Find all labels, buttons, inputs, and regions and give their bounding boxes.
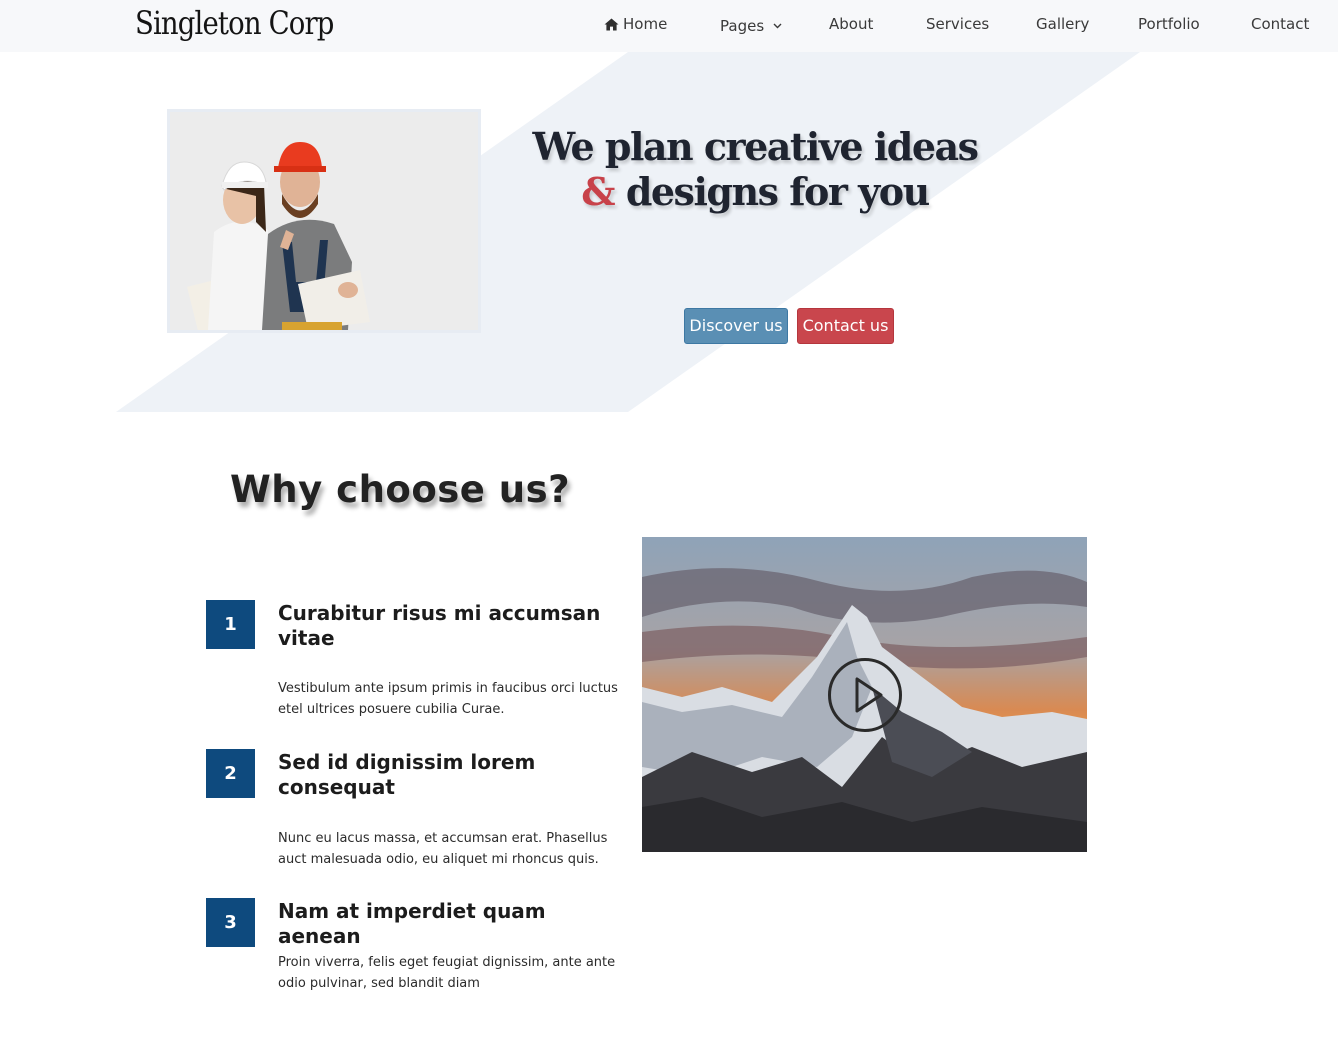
discover-us-button[interactable]: Discover us (684, 308, 788, 344)
hero-photo (167, 109, 481, 333)
contact-us-button[interactable]: Contact us (797, 308, 894, 344)
nav-pages[interactable]: Pages (720, 14, 782, 36)
feature-number-badge: 2 (206, 749, 255, 798)
play-button[interactable] (828, 658, 902, 732)
hero-heading-line2-text: designs for you (625, 169, 930, 214)
feature-title: Curabitur risus mi accumsan vitae (278, 601, 601, 650)
brand-logo[interactable]: Singleton Corp (135, 2, 334, 44)
feature-text: Vestibulum ante ipsum primis in faucibus… (278, 681, 618, 717)
home-icon (604, 16, 619, 36)
nav-home[interactable]: Home (604, 14, 667, 36)
video-thumbnail[interactable] (642, 537, 1087, 852)
feature-number-badge: 1 (206, 600, 255, 649)
hero-ampersand: & (581, 169, 615, 214)
why-choose-us-heading: Why choose us? (230, 468, 571, 511)
feature-title: Sed id dignissim lorem consequat (278, 750, 536, 799)
play-icon (855, 677, 883, 713)
feature-title: Nam at imperdiet quam aenean (278, 899, 546, 948)
hero-heading: We plan creative ideas & designs for you (505, 124, 1005, 214)
nav-services[interactable]: Services (926, 14, 989, 34)
feature-item: 3 Nam at imperdiet quam aenean Proin viv… (206, 898, 626, 998)
feature-text: Proin viverra, felis eget feugiat dignis… (278, 955, 616, 991)
feature-text: Nunc eu lacus massa, et accumsan erat. P… (278, 831, 608, 867)
nav-pages-label: Pages (720, 17, 765, 35)
nav-about[interactable]: About (829, 14, 873, 34)
feature-number-badge: 3 (206, 898, 255, 947)
nav-contact[interactable]: Contact (1251, 14, 1309, 34)
nav-home-label: Home (623, 15, 668, 33)
feature-item: 2 Sed id dignissim lorem consequat Nunc … (206, 749, 626, 874)
hero-heading-line1: We plan creative ideas (532, 124, 979, 169)
navbar: Singleton Corp Home Pages About Services… (0, 0, 1338, 52)
nav-gallery[interactable]: Gallery (1036, 14, 1089, 34)
hero-heading-line2: & designs for you (505, 169, 1005, 214)
feature-item: 1 Curabitur risus mi accumsan vitae Vest… (206, 600, 626, 725)
nav-portfolio[interactable]: Portfolio (1138, 14, 1200, 34)
chevron-down-icon (773, 14, 782, 34)
